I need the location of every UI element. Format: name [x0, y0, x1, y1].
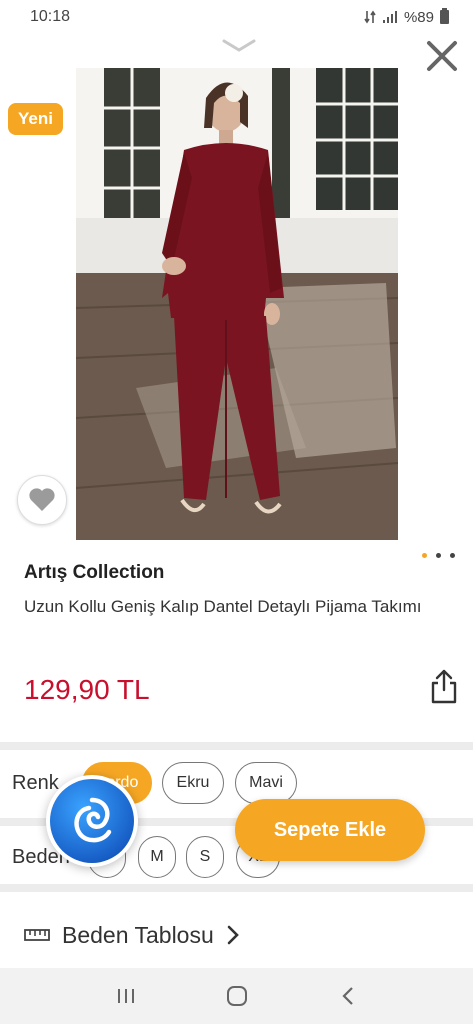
recent-apps-icon — [117, 989, 134, 1003]
chevron-right-icon — [227, 925, 239, 945]
section-divider — [0, 884, 473, 892]
brand-name[interactable]: Artış Collection — [24, 562, 164, 584]
signal-icon — [382, 11, 397, 23]
product-photo — [76, 68, 398, 540]
back-icon — [341, 987, 353, 1005]
heart-icon — [29, 488, 55, 511]
size-table-label: Beden Tablosu — [62, 921, 214, 948]
assistant-logo-icon — [50, 779, 134, 863]
image-pager — [422, 553, 455, 558]
back-button[interactable] — [333, 981, 363, 1011]
pager-dot — [450, 553, 455, 558]
pager-dot — [422, 553, 427, 558]
size-option-s[interactable]: S — [186, 836, 224, 878]
color-option-mavi[interactable]: Mavi — [235, 762, 297, 804]
status-time: 10:18 — [30, 8, 71, 25]
battery-icon — [440, 8, 449, 24]
status-bar: 10:18 %89 — [0, 0, 473, 34]
share-icon[interactable] — [429, 668, 459, 704]
home-icon — [226, 986, 247, 1006]
color-option-ekru[interactable]: Ekru — [162, 762, 224, 804]
add-to-cart-button[interactable]: Sepete Ekle — [235, 799, 425, 861]
system-nav-bar — [0, 968, 473, 1024]
assistant-button[interactable] — [46, 775, 138, 867]
size-option-m[interactable]: M — [138, 836, 176, 878]
data-arrows-icon — [364, 10, 376, 24]
ruler-icon — [24, 929, 50, 941]
chevron-down-icon[interactable] — [222, 38, 256, 54]
section-divider — [0, 742, 473, 750]
close-icon[interactable] — [424, 38, 460, 74]
color-label: Renk — [12, 772, 59, 794]
product-image[interactable] — [76, 68, 398, 540]
favorite-button[interactable] — [17, 475, 67, 525]
pager-dot — [436, 553, 441, 558]
size-table-link[interactable]: Beden Tablosu — [0, 896, 473, 974]
recent-apps-button[interactable] — [111, 981, 141, 1011]
product-price: 129,90 TL — [24, 674, 150, 705]
product-title: Uzun Kollu Geniş Kalıp Dantel Detaylı Pi… — [24, 597, 422, 616]
new-badge: Yeni — [8, 103, 63, 135]
home-button[interactable] — [222, 981, 252, 1011]
battery-text: %89 — [403, 8, 434, 26]
